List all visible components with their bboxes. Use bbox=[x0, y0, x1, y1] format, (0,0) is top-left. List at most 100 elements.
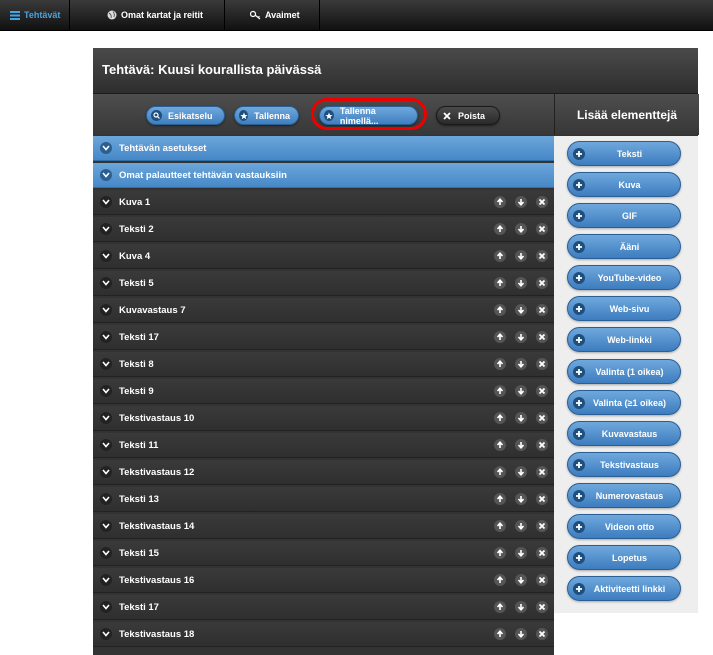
chevron-down-icon[interactable] bbox=[100, 412, 112, 424]
move-up-icon[interactable] bbox=[494, 628, 506, 640]
element-row[interactable]: Teksti 15 bbox=[93, 541, 554, 566]
add-element-button[interactable]: Teksti bbox=[567, 141, 681, 166]
move-down-icon[interactable] bbox=[515, 493, 527, 505]
close-icon[interactable] bbox=[536, 250, 548, 262]
close-icon[interactable] bbox=[536, 385, 548, 397]
close-icon[interactable] bbox=[536, 520, 548, 532]
move-up-icon[interactable] bbox=[494, 439, 506, 451]
close-icon[interactable] bbox=[536, 628, 548, 640]
move-up-icon[interactable] bbox=[494, 574, 506, 586]
move-down-icon[interactable] bbox=[515, 628, 527, 640]
move-up-icon[interactable] bbox=[494, 601, 506, 613]
add-element-button[interactable]: Web-linkki bbox=[567, 327, 681, 352]
save-button[interactable]: Tallenna bbox=[234, 106, 299, 125]
chevron-down-icon[interactable] bbox=[100, 601, 112, 613]
move-up-icon[interactable] bbox=[494, 358, 506, 370]
close-icon[interactable] bbox=[536, 277, 548, 289]
close-icon[interactable] bbox=[536, 466, 548, 478]
delete-button[interactable]: Poista bbox=[436, 106, 500, 125]
nav-omat-kartat[interactable]: Omat kartat ja reitit bbox=[97, 0, 225, 30]
element-row[interactable]: Tekstivastaus 16 bbox=[93, 568, 554, 593]
chevron-down-icon[interactable] bbox=[100, 250, 112, 262]
add-element-button[interactable]: Valinta (≥1 oikea) bbox=[567, 390, 681, 415]
close-icon[interactable] bbox=[536, 223, 548, 235]
element-row[interactable]: Teksti 9 bbox=[93, 379, 554, 404]
element-row[interactable]: Tekstivastaus 12 bbox=[93, 460, 554, 485]
add-element-button[interactable]: Videon otto bbox=[567, 514, 681, 539]
element-row[interactable]: Teksti 8 bbox=[93, 352, 554, 377]
element-row[interactable]: Kuva 4 bbox=[93, 244, 554, 269]
element-row[interactable]: Tekstivastaus 10 bbox=[93, 406, 554, 431]
close-icon[interactable] bbox=[536, 412, 548, 424]
chevron-down-icon[interactable] bbox=[100, 331, 112, 343]
chevron-down-icon[interactable] bbox=[100, 223, 112, 235]
add-element-button[interactable]: Lopetus bbox=[567, 545, 681, 570]
element-row[interactable]: Teksti 5 bbox=[93, 271, 554, 296]
add-element-button[interactable]: Valinta (1 oikea) bbox=[567, 359, 681, 384]
move-down-icon[interactable] bbox=[515, 223, 527, 235]
close-icon[interactable] bbox=[536, 196, 548, 208]
move-down-icon[interactable] bbox=[515, 439, 527, 451]
move-up-icon[interactable] bbox=[494, 466, 506, 478]
move-up-icon[interactable] bbox=[494, 277, 506, 289]
chevron-down-icon[interactable] bbox=[100, 574, 112, 586]
element-row[interactable]: Teksti 13 bbox=[93, 487, 554, 512]
close-icon[interactable] bbox=[536, 601, 548, 613]
move-up-icon[interactable] bbox=[494, 331, 506, 343]
close-icon[interactable] bbox=[536, 547, 548, 559]
chevron-down-icon[interactable] bbox=[100, 628, 112, 640]
chevron-down-icon[interactable] bbox=[100, 277, 112, 289]
add-element-button[interactable]: Kuvavastaus bbox=[567, 421, 681, 446]
chevron-down-icon[interactable] bbox=[100, 196, 112, 208]
section-row[interactable]: Omat palautteet tehtävän vastauksiin bbox=[93, 163, 554, 188]
nav-tehtavat[interactable]: Tehtävät bbox=[0, 0, 70, 30]
element-row[interactable]: Kuva 1 bbox=[93, 190, 554, 215]
move-down-icon[interactable] bbox=[515, 196, 527, 208]
move-up-icon[interactable] bbox=[494, 493, 506, 505]
chevron-down-icon[interactable] bbox=[100, 169, 112, 181]
element-row[interactable]: Tekstivastaus 14 bbox=[93, 514, 554, 539]
close-icon[interactable] bbox=[536, 439, 548, 451]
chevron-down-icon[interactable] bbox=[100, 466, 112, 478]
move-up-icon[interactable] bbox=[494, 412, 506, 424]
move-up-icon[interactable] bbox=[494, 520, 506, 532]
element-row[interactable]: Tekstivastaus 18 bbox=[93, 622, 554, 647]
move-down-icon[interactable] bbox=[515, 520, 527, 532]
move-down-icon[interactable] bbox=[515, 412, 527, 424]
chevron-down-icon[interactable] bbox=[100, 547, 112, 559]
move-down-icon[interactable] bbox=[515, 331, 527, 343]
add-element-button[interactable]: Kuva bbox=[567, 172, 681, 197]
add-element-button[interactable]: Numerovastaus bbox=[567, 483, 681, 508]
close-icon[interactable] bbox=[536, 331, 548, 343]
close-icon[interactable] bbox=[536, 574, 548, 586]
element-row[interactable]: Teksti 2 bbox=[93, 217, 554, 242]
add-element-button[interactable]: GIF bbox=[567, 203, 681, 228]
move-up-icon[interactable] bbox=[494, 547, 506, 559]
move-down-icon[interactable] bbox=[515, 304, 527, 316]
add-element-button[interactable]: Tekstivastaus bbox=[567, 452, 681, 477]
move-up-icon[interactable] bbox=[494, 196, 506, 208]
section-row[interactable]: Tehtävän asetukset bbox=[93, 136, 554, 161]
move-up-icon[interactable] bbox=[494, 250, 506, 262]
element-row[interactable]: Teksti 17 bbox=[93, 325, 554, 350]
move-down-icon[interactable] bbox=[515, 385, 527, 397]
add-element-button[interactable]: Ääni bbox=[567, 234, 681, 259]
move-up-icon[interactable] bbox=[494, 223, 506, 235]
element-row[interactable]: Kuvavastaus 7 bbox=[93, 298, 554, 323]
chevron-down-icon[interactable] bbox=[100, 385, 112, 397]
preview-button[interactable]: Esikatselu bbox=[146, 106, 225, 125]
add-element-button[interactable]: YouTube-video bbox=[567, 265, 681, 290]
chevron-down-icon[interactable] bbox=[100, 304, 112, 316]
chevron-down-icon[interactable] bbox=[100, 142, 112, 154]
chevron-down-icon[interactable] bbox=[100, 439, 112, 451]
move-down-icon[interactable] bbox=[515, 574, 527, 586]
close-icon[interactable] bbox=[536, 493, 548, 505]
move-up-icon[interactable] bbox=[494, 385, 506, 397]
chevron-down-icon[interactable] bbox=[100, 520, 112, 532]
move-down-icon[interactable] bbox=[515, 601, 527, 613]
chevron-down-icon[interactable] bbox=[100, 493, 112, 505]
move-down-icon[interactable] bbox=[515, 547, 527, 559]
close-icon[interactable] bbox=[536, 304, 548, 316]
element-row[interactable]: Teksti 11 bbox=[93, 433, 554, 458]
chevron-down-icon[interactable] bbox=[100, 358, 112, 370]
